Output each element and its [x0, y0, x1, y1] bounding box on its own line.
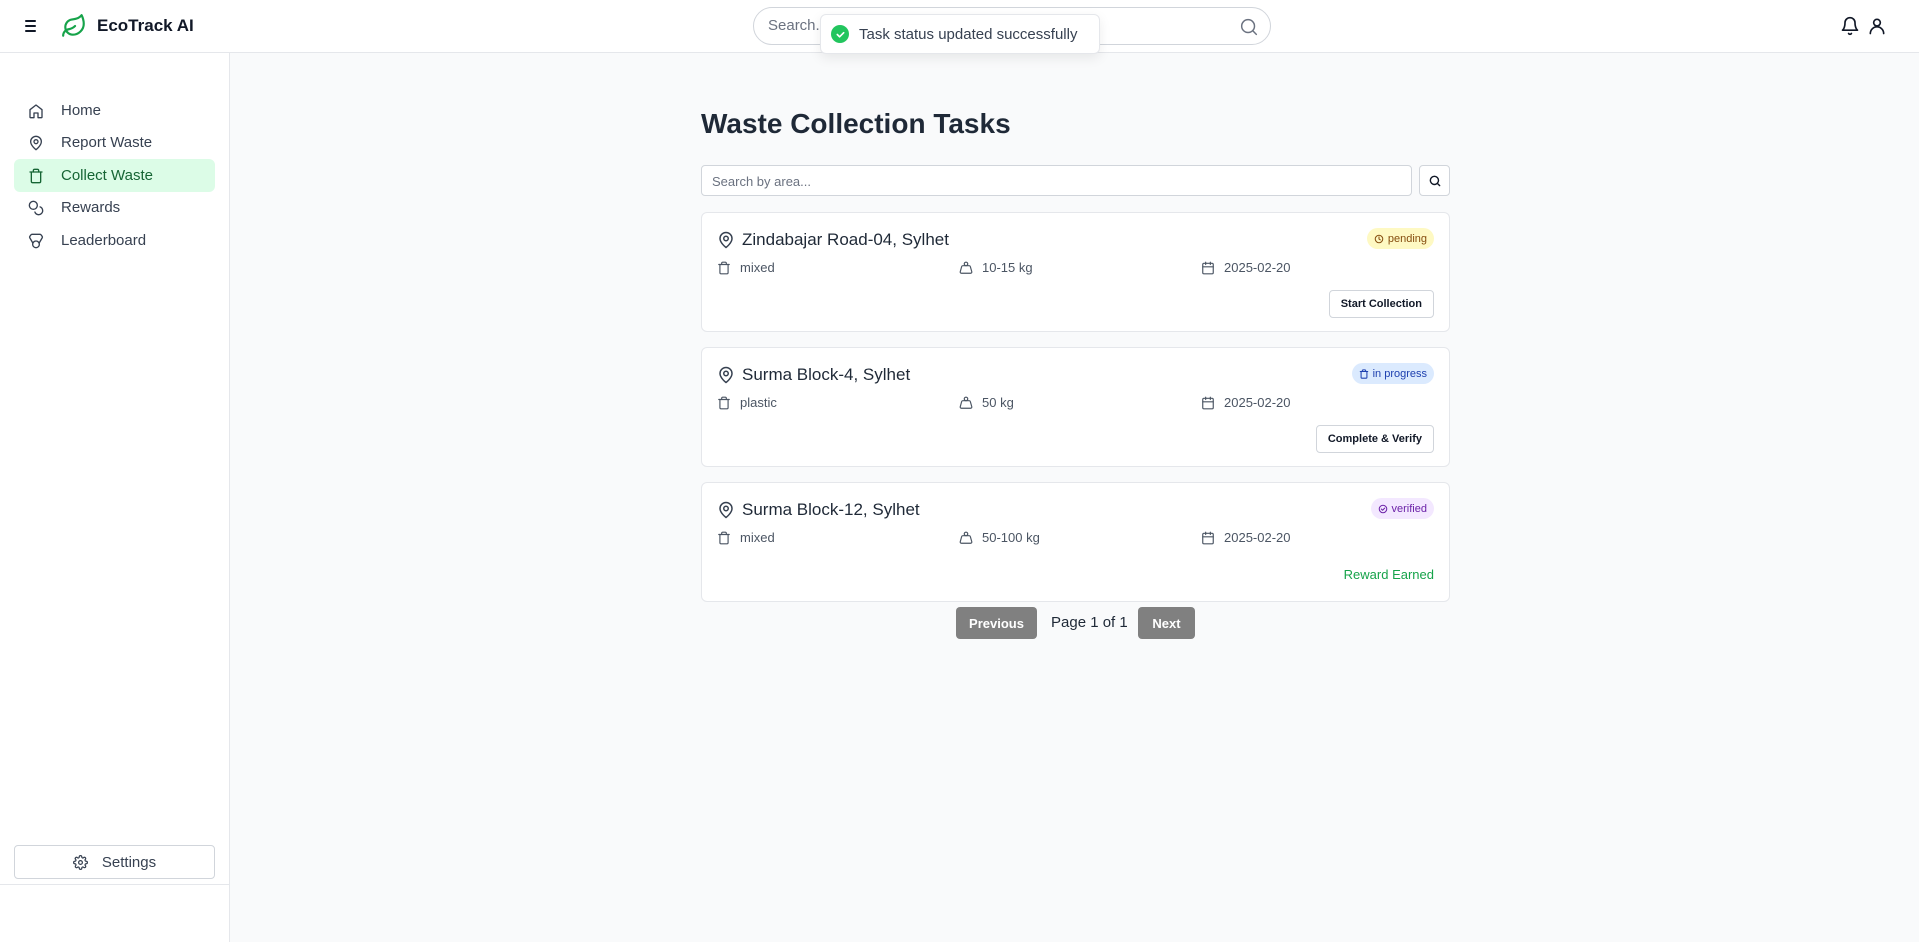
task-date: 2025-02-20 [1201, 260, 1291, 275]
waste-type-value: mixed [740, 260, 775, 275]
check-circle-icon [1378, 504, 1387, 513]
medal-icon [28, 233, 44, 249]
sidebar-item-report-waste[interactable]: Report Waste [14, 126, 215, 159]
task-card: Zindabajar Road-04, Sylhet pending mixed… [701, 212, 1450, 332]
start-collection-button[interactable]: Start Collection [1328, 290, 1434, 318]
map-pin-icon [719, 366, 733, 384]
area-search-button[interactable] [1419, 165, 1450, 196]
area-search-field[interactable] [701, 165, 1412, 196]
page-indicator: Page 1 of 1 [1051, 614, 1128, 631]
sidebar-item-label: Leaderboard [61, 232, 147, 249]
gear-icon [72, 854, 88, 870]
check-circle-icon [831, 25, 849, 43]
home-icon [29, 104, 43, 119]
toast-notification: Task status updated successfully [820, 14, 1100, 54]
trash-icon [718, 261, 730, 274]
search-icon[interactable] [1238, 16, 1260, 38]
weight-icon [959, 261, 973, 274]
task-date-value: 2025-02-20 [1224, 530, 1291, 545]
task-date: 2025-02-20 [1201, 530, 1291, 545]
task-card: Surma Block-12, Sylhet verified mixed 50… [701, 482, 1450, 602]
area-search-input[interactable] [712, 174, 1392, 189]
waste-type-value: mixed [740, 530, 775, 545]
clock-icon [1374, 234, 1384, 243]
complete-verify-button[interactable]: Complete & Verify [1315, 425, 1434, 453]
task-date-value: 2025-02-20 [1224, 395, 1291, 410]
leaf-logo-icon [62, 14, 85, 37]
calendar-icon [1202, 261, 1214, 274]
previous-page-button[interactable]: Previous [956, 607, 1037, 639]
toast-message: Task status updated successfully [859, 25, 1078, 43]
status-label: verified [1391, 502, 1427, 515]
reward-earned-label: Reward Earned [1343, 567, 1434, 582]
waste-type-value: plastic [740, 395, 777, 410]
settings-label: Settings [101, 853, 157, 871]
waste-type: mixed [717, 260, 775, 275]
waste-amount: 50-100 kg [959, 530, 1040, 545]
next-page-button[interactable]: Next [1138, 607, 1195, 639]
status-badge: verified [1370, 498, 1434, 519]
trash-icon [1359, 368, 1368, 379]
trash-icon [718, 396, 730, 409]
calendar-icon [1202, 531, 1214, 544]
sidebar-item-collect-waste[interactable]: Collect Waste [14, 159, 215, 192]
sidebar-item-rewards[interactable]: Rewards [14, 191, 215, 224]
waste-type: plastic [717, 395, 777, 410]
bell-icon[interactable] [1840, 16, 1860, 36]
app-title: EcoTrack AI [97, 16, 194, 35]
task-card: Surma Block-4, Sylhet in progress plasti… [701, 347, 1450, 467]
status-badge: in progress [1351, 363, 1434, 384]
waste-amount: 50 kg [959, 395, 1014, 410]
task-location: Surma Block-12, Sylhet [742, 500, 920, 519]
page-title: Waste Collection Tasks [701, 108, 1011, 139]
map-pin-icon [719, 501, 733, 519]
sidebar-item-home[interactable]: Home [14, 94, 215, 127]
menu-icon[interactable] [22, 17, 40, 35]
settings-button[interactable]: Settings [14, 845, 215, 879]
user-icon[interactable] [1867, 16, 1887, 36]
task-date-value: 2025-02-20 [1224, 260, 1291, 275]
waste-amount-value: 50-100 kg [982, 530, 1040, 545]
search-icon [1429, 175, 1440, 186]
task-location: Surma Block-4, Sylhet [742, 365, 911, 384]
task-location: Zindabajar Road-04, Sylhet [742, 230, 949, 249]
sidebar: Home Report Waste Collect Waste Rewards … [0, 53, 230, 942]
status-badge: pending [1366, 228, 1434, 249]
sidebar-item-label: Rewards [61, 199, 121, 216]
sidebar-item-label: Collect Waste [61, 167, 153, 184]
waste-type: mixed [717, 530, 775, 545]
map-pin-icon [719, 231, 733, 249]
waste-amount-value: 50 kg [982, 395, 1014, 410]
calendar-icon [1202, 396, 1214, 409]
trash-icon [718, 531, 730, 544]
status-label: in progress [1372, 367, 1427, 380]
sidebar-item-label: Report Waste [61, 134, 153, 151]
sidebar-item-leaderboard[interactable]: Leaderboard [14, 224, 215, 257]
waste-amount: 10-15 kg [959, 260, 1033, 275]
task-date: 2025-02-20 [1201, 395, 1291, 410]
weight-icon [959, 396, 973, 409]
sidebar-footer [0, 884, 229, 942]
weight-icon [959, 531, 973, 544]
status-label: pending [1387, 232, 1427, 245]
sidebar-item-label: Home [61, 102, 102, 119]
waste-amount-value: 10-15 kg [982, 260, 1033, 275]
trash-icon [29, 168, 43, 184]
coins-icon [28, 200, 44, 216]
map-pin-icon [30, 135, 42, 151]
